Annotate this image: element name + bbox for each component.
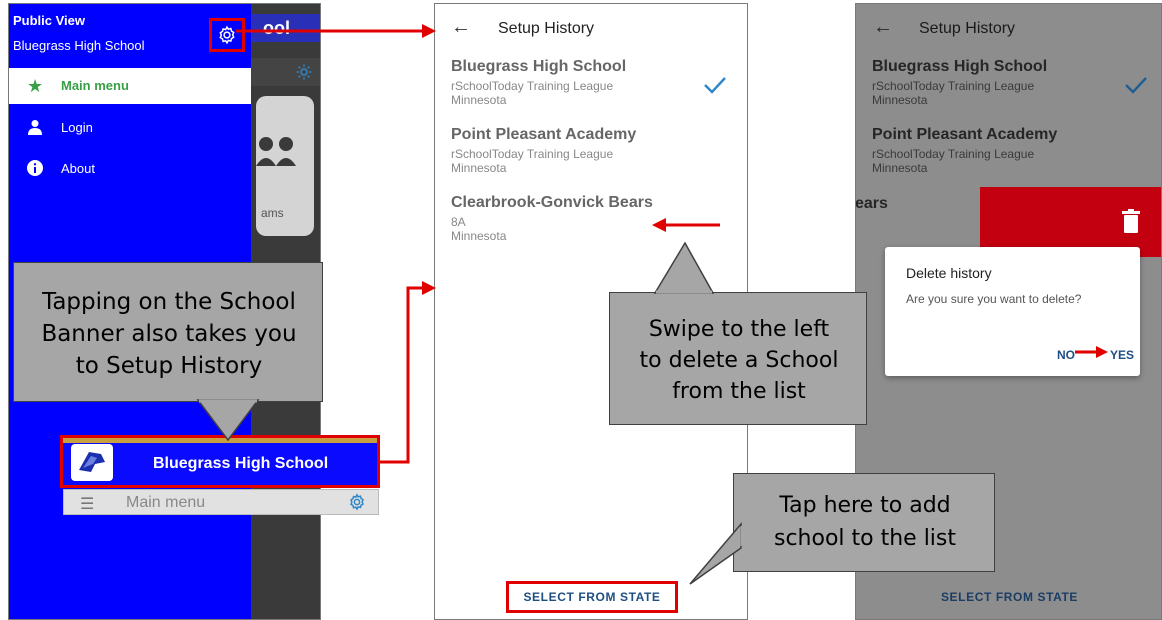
trash-icon[interactable] <box>1122 209 1140 233</box>
school-state: Minnesota <box>451 161 507 175</box>
callout-line: Tapping on the School <box>42 289 296 315</box>
list-item[interactable]: Clearbrook-Gonvick Bears 8A Minnesota <box>451 194 741 254</box>
school-league: rSchoolToday Training League <box>451 79 614 93</box>
drawer-school-name: Bluegrass High School <box>13 38 145 53</box>
gear-icon[interactable] <box>348 493 366 511</box>
list-item[interactable]: Point Pleasant Academy rSchoolToday Trai… <box>451 126 741 186</box>
school-state: Minnesota <box>451 229 507 243</box>
drawer-title: Public View <box>13 13 86 28</box>
school-banner[interactable]: Bluegrass High School <box>60 435 380 488</box>
dialog-yes-button[interactable]: YES <box>1110 348 1134 362</box>
page-title: Setup History <box>498 20 595 37</box>
school-state: Minnesota <box>451 93 507 107</box>
background-toolbar <box>251 58 320 86</box>
background-card-label: ams <box>261 206 284 220</box>
star-icon: ★ <box>27 76 44 96</box>
info-icon <box>27 160 43 176</box>
bottom-bar-label: Main menu <box>126 494 206 511</box>
background-card: ams <box>256 96 314 236</box>
school-league: 8A <box>451 215 466 229</box>
select-from-state-button[interactable]: SELECT FROM STATE <box>856 590 1161 604</box>
school-name: Clearbrook-Gonvick Bears <box>451 194 653 211</box>
menu-item-login[interactable]: Login <box>9 110 251 146</box>
callout-banner-tip: Tapping on the School Banner also takes … <box>13 262 323 402</box>
callout-line: from the list <box>672 379 806 404</box>
gear-icon <box>219 25 235 45</box>
menu-item-about[interactable]: About <box>9 151 251 187</box>
red-arrow <box>380 286 423 464</box>
callout-add-tip: Tap here to add school to the list <box>733 473 995 572</box>
school-state: Minnesota <box>872 161 928 175</box>
banner-school-name: Bluegrass High School <box>153 455 329 472</box>
callout-line: Banner also takes you <box>41 321 297 347</box>
school-name: Bluegrass High School <box>451 58 627 75</box>
gear-icon <box>296 64 312 80</box>
checkmark-icon <box>704 77 726 94</box>
school-name-partial: ears <box>855 195 888 212</box>
dialog-title: Delete history <box>906 265 992 281</box>
list-item[interactable]: Point Pleasant Academy rSchoolToday Trai… <box>872 126 1157 175</box>
school-name: Bluegrass High School <box>872 58 1048 75</box>
school-name: Point Pleasant Academy <box>451 126 637 143</box>
dialog-message: Are you sure you want to delete? <box>906 292 1082 306</box>
background-app-bar: ool <box>251 14 320 42</box>
dialog-no-button[interactable]: NO <box>1057 348 1075 362</box>
hamburger-icon[interactable]: ☰ <box>80 494 94 514</box>
school-name: Point Pleasant Academy <box>872 126 1058 143</box>
list-item[interactable]: Bluegrass High School rSchoolToday Train… <box>872 58 1157 107</box>
callout-line: Swipe to the left <box>648 317 830 342</box>
select-from-state-label: SELECT FROM STATE <box>523 590 661 604</box>
delete-dialog: Delete history Are you sure you want to … <box>885 247 1140 376</box>
school-league: rSchoolToday Training League <box>451 147 614 161</box>
menu-item-label: Main menu <box>61 78 129 93</box>
callout-line: to Setup History <box>75 353 263 379</box>
list-item[interactable]: Bluegrass High School rSchoolToday Train… <box>451 58 741 118</box>
school-league: rSchoolToday Training League <box>872 147 1035 161</box>
back-arrow-icon[interactable]: ← <box>873 16 893 39</box>
checkmark-icon <box>1125 77 1147 94</box>
menu-item-main-menu[interactable]: ★ Main menu <box>9 68 251 104</box>
bottom-app-bar: ☰ Main menu <box>63 489 379 515</box>
page-title: Setup History <box>919 20 1016 37</box>
school-state: Minnesota <box>872 93 928 107</box>
menu-item-label: Login <box>61 120 93 135</box>
drawer-header[interactable]: Public View Bluegrass High School <box>9 4 251 58</box>
person-icon <box>28 120 42 135</box>
callout-line: school to the list <box>773 526 956 551</box>
select-from-state-button[interactable]: SELECT FROM STATE <box>506 581 678 613</box>
settings-button[interactable] <box>209 18 245 52</box>
school-league: rSchoolToday Training League <box>872 79 1035 93</box>
banner-accent-strip <box>63 438 377 443</box>
people-icon <box>256 137 296 166</box>
back-arrow-icon[interactable]: ← <box>451 16 471 39</box>
callout-swipe-tip: Swipe to the left to delete a School fro… <box>609 292 867 425</box>
menu-item-label: About <box>61 161 95 176</box>
callout-line: Tap here to add <box>779 493 951 518</box>
callout-line: to delete a School <box>639 348 839 373</box>
